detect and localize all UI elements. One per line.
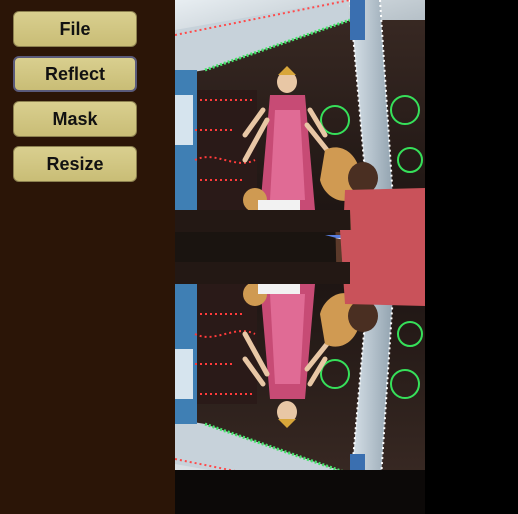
reflected-photo: ​ xyxy=(175,0,425,514)
image-canvas[interactable]: ​ xyxy=(175,0,425,514)
reflect-button[interactable]: Reflect xyxy=(13,56,137,92)
reflection-image-half xyxy=(175,230,425,495)
app-window: File Reflect Mask Resize xyxy=(0,0,518,514)
mask-button[interactable]: Mask xyxy=(13,101,137,137)
sidebar: File Reflect Mask Resize xyxy=(0,0,175,514)
resize-button[interactable]: Resize xyxy=(13,146,137,182)
file-button[interactable]: File xyxy=(13,11,137,47)
empty-area xyxy=(425,0,518,514)
